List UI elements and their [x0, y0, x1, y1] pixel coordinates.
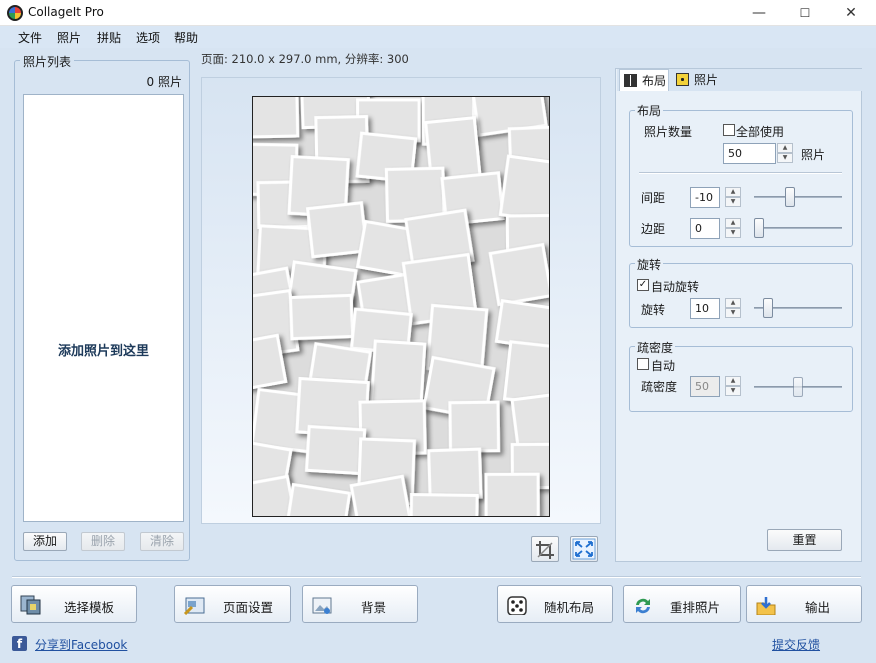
- density-slider[interactable]: [793, 377, 803, 397]
- page-info: 页面: 210.0 x 297.0 mm, 分辨率: 300: [201, 52, 409, 66]
- tab-photos[interactable]: 照片: [672, 69, 722, 91]
- collage-tile: [484, 472, 540, 516]
- template-icon: [20, 595, 41, 615]
- tab-layout[interactable]: 布局: [619, 69, 669, 91]
- menu-file[interactable]: 文件: [18, 29, 42, 46]
- layout-group-title: 布局: [635, 102, 664, 119]
- collage-tile: [409, 493, 479, 516]
- rotation-label: 旋转: [641, 303, 666, 317]
- tab-layout-label: 布局: [642, 74, 667, 88]
- spacing-spinner[interactable]: ▲ ▼: [725, 187, 741, 208]
- collage-tile: [304, 424, 367, 476]
- background-button[interactable]: 背景: [302, 585, 418, 623]
- use-all-label: 全部使用: [736, 125, 785, 139]
- photo-count-label: 照片数量: [644, 125, 693, 139]
- shuffle-icon: [636, 598, 650, 614]
- collage-tile: [369, 339, 427, 408]
- export-icon: [756, 597, 776, 615]
- add-photos-hint: 添加照片到这里: [57, 344, 149, 359]
- shuffle-photos-label: 重排照片: [670, 600, 721, 615]
- collage-tile: [305, 201, 369, 259]
- density-label: 疏密度: [641, 380, 678, 394]
- auto-rotate-checkbox[interactable]: ✓: [637, 279, 649, 291]
- collage-tile: [448, 400, 501, 453]
- bottom-separator: [12, 576, 861, 578]
- auto-rotate-label: 自动旋转: [651, 280, 700, 294]
- spacing-label: 间距: [641, 191, 666, 205]
- crop-icon: [536, 541, 554, 559]
- margin-slider[interactable]: [754, 218, 764, 238]
- spacing-input[interactable]: -10: [690, 187, 720, 208]
- collage-tile: [498, 154, 549, 224]
- window-title: CollageIt Pro: [28, 5, 104, 19]
- tab-photos-label: 照片: [694, 73, 719, 87]
- add-photo-button[interactable]: 添加: [23, 532, 67, 551]
- photo-list-title: 照片列表: [20, 53, 75, 70]
- page-setup-label: 页面设置: [223, 600, 274, 615]
- photos-icon: [676, 73, 689, 86]
- auto-density-label: 自动: [651, 359, 676, 373]
- spacing-slider[interactable]: [785, 187, 795, 207]
- margin-input[interactable]: 0: [690, 218, 720, 239]
- background-icon: [312, 597, 332, 614]
- export-label: 输出: [805, 600, 831, 615]
- auto-density-checkbox[interactable]: [637, 358, 649, 370]
- clear-photos-button[interactable]: 清除: [140, 532, 184, 551]
- rotation-input[interactable]: 10: [690, 298, 720, 319]
- background-label: 背景: [361, 600, 387, 615]
- page-setup-icon: [183, 597, 205, 615]
- dice-icon: [507, 596, 527, 615]
- margin-spinner[interactable]: ▲ ▼: [725, 218, 741, 239]
- feedback-link[interactable]: 提交反馈: [772, 636, 820, 653]
- minimize-button[interactable]: —: [736, 0, 782, 26]
- photo-list-dropzone[interactable]: [23, 94, 184, 522]
- density-input[interactable]: 50: [690, 376, 720, 397]
- menu-help[interactable]: 帮助: [174, 29, 198, 46]
- share-facebook-link[interactable]: 分享到Facebook: [35, 636, 127, 653]
- select-template-label: 选择模板: [64, 600, 115, 615]
- collage-tile: [427, 447, 483, 501]
- reset-button[interactable]: 重置: [767, 529, 842, 551]
- app-logo-icon: [7, 5, 23, 21]
- photo-unit-label: 照片: [801, 148, 826, 162]
- density-spinner[interactable]: ▲ ▼: [725, 376, 741, 397]
- fit-button[interactable]: [570, 536, 598, 562]
- select-template-button[interactable]: 选择模板: [11, 585, 137, 623]
- menu-options[interactable]: 选项: [136, 29, 160, 46]
- photo-count-spinner[interactable]: ▲ ▼: [777, 143, 793, 164]
- menu-bar: [0, 26, 876, 48]
- export-button[interactable]: 输出: [746, 585, 862, 623]
- crop-button[interactable]: [531, 536, 559, 562]
- photo-count-input[interactable]: 50: [723, 143, 776, 164]
- collage-page-preview[interactable]: [252, 96, 550, 517]
- use-all-checkbox[interactable]: [723, 124, 735, 136]
- facebook-icon: f: [12, 636, 27, 651]
- density-group-title: 疏密度: [635, 339, 676, 356]
- random-layout-button[interactable]: 随机布局: [497, 585, 613, 623]
- rotation-slider[interactable]: [763, 298, 773, 318]
- random-layout-label: 随机布局: [544, 600, 595, 615]
- collage-preview-image: [253, 97, 549, 516]
- shuffle-photos-button[interactable]: 重排照片: [623, 585, 741, 623]
- close-button[interactable]: ✕: [828, 0, 874, 26]
- spacing-slider-track: [754, 196, 842, 198]
- margin-slider-track: [754, 227, 842, 229]
- layout-divider: [639, 172, 842, 174]
- menu-collage[interactable]: 拼贴: [97, 29, 121, 46]
- collage-tile: [288, 293, 355, 341]
- margin-label: 边距: [641, 222, 666, 236]
- rotation-group-title: 旋转: [635, 256, 664, 273]
- page-setup-button[interactable]: 页面设置: [174, 585, 291, 623]
- photo-count: 0 照片: [146, 75, 182, 89]
- fit-icon: [572, 538, 596, 560]
- delete-photo-button[interactable]: 删除: [81, 532, 125, 551]
- collage-tile: [253, 97, 300, 139]
- menu-photos[interactable]: 照片: [57, 29, 81, 46]
- layout-icon: [624, 74, 637, 87]
- maximize-button[interactable]: ☐: [782, 0, 828, 26]
- collage-tile: [488, 242, 549, 307]
- rotation-spinner[interactable]: ▲ ▼: [725, 298, 741, 319]
